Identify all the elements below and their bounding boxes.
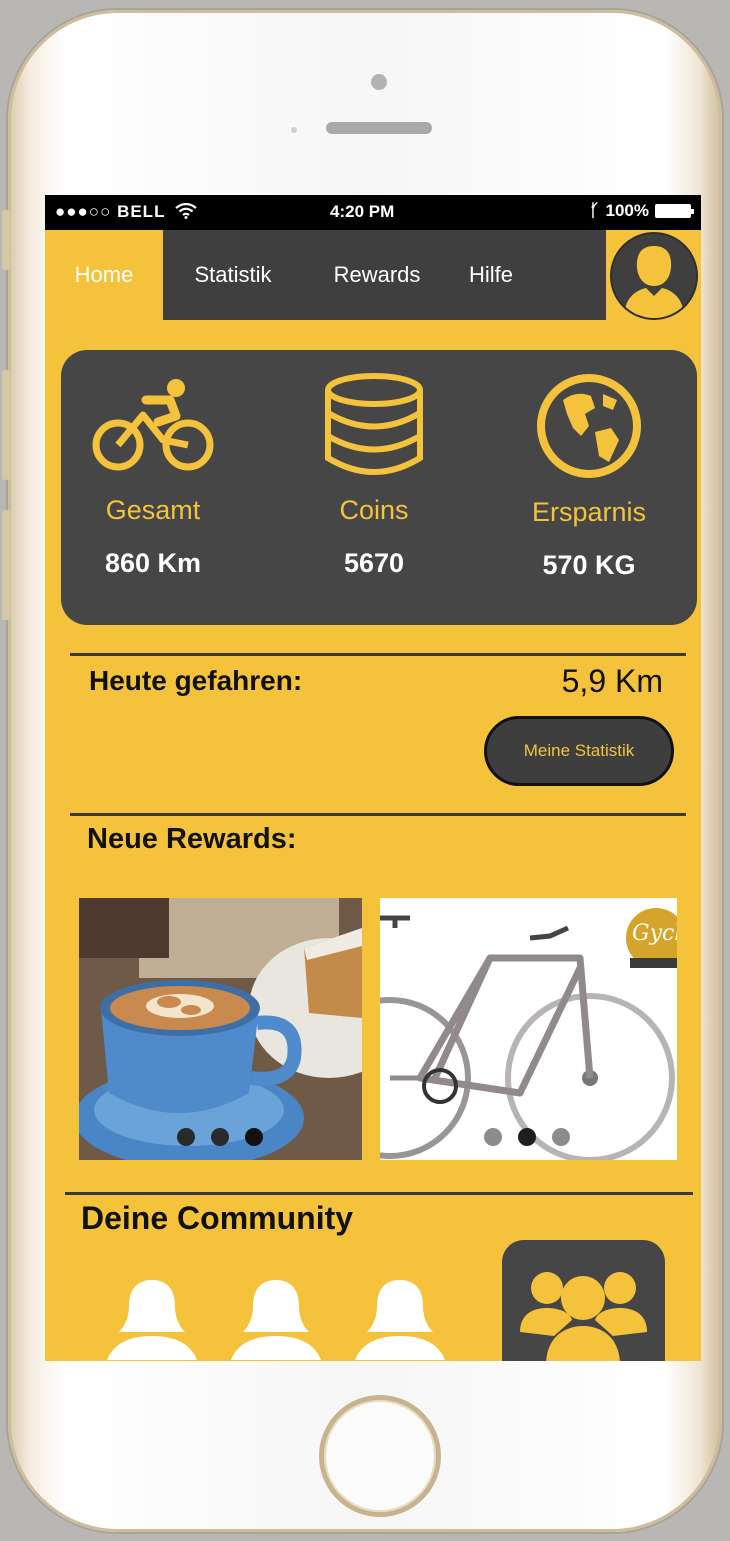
bluetooth-icon: ᚶ [589, 201, 600, 220]
wifi-icon [175, 202, 197, 219]
stat-label: Coins [339, 495, 409, 525]
status-right: ᚶ 100% [589, 201, 694, 221]
community-member-icon [107, 1280, 197, 1360]
home-button[interactable] [319, 1395, 441, 1517]
carousel-dot[interactable] [211, 1128, 229, 1146]
stat-value: 570 KG [542, 550, 636, 580]
status-time: 4:20 PM [330, 202, 395, 221]
stat-label: Gesamt [105, 495, 201, 525]
stat-label: Ersparnis [531, 497, 647, 527]
carousel-dot[interactable] [552, 1128, 570, 1146]
community-heading: Deine Community [81, 1200, 354, 1236]
reward-card-bicycle[interactable]: Gycl [380, 898, 677, 1160]
stat-savings: Ersparnis 570 KG [489, 370, 689, 581]
battery-icon [655, 204, 694, 218]
stat-coins: Coins 5670 [274, 370, 474, 579]
divider [70, 653, 686, 656]
today-distance: 5,9 Km [561, 663, 663, 699]
divider [70, 813, 686, 816]
front-camera [371, 74, 387, 90]
city-bicycle-photo: Gycl [380, 898, 677, 1160]
carousel-dot[interactable] [177, 1128, 195, 1146]
group-icon [520, 1272, 647, 1361]
tab-home[interactable]: Home [45, 230, 163, 320]
rewards-heading: Neue Rewards: [87, 823, 297, 855]
carousel-dot[interactable] [484, 1128, 502, 1146]
community-member-icon [355, 1280, 445, 1360]
community-button[interactable] [502, 1240, 665, 1361]
carousel-dots [484, 1128, 570, 1146]
bicycle-icon [92, 379, 214, 471]
stat-value: 860 Km [104, 548, 202, 578]
carousel-dot[interactable] [245, 1128, 263, 1146]
tab-statistik[interactable]: Statistik [163, 230, 303, 320]
sensor [291, 127, 297, 133]
stat-value: 5670 [343, 548, 405, 578]
carousel-dots [177, 1128, 263, 1146]
carrier-label: ●●●○○ BELL [55, 202, 197, 222]
tab-rewards[interactable]: Rewards [303, 230, 451, 320]
reward-card-coffee[interactable] [79, 898, 362, 1160]
my-statistics-button[interactable]: Meine Statistik [484, 716, 674, 786]
coins-stack-icon [325, 373, 423, 475]
tab-hilfe[interactable]: Hilfe [451, 230, 531, 320]
status-bar: ●●●○○ BELL 4:20 PM ᚶ 100% [45, 195, 701, 230]
stat-total: Gesamt 860 Km [53, 370, 253, 579]
mute-switch [2, 210, 10, 270]
stats-card: Gesamt 860 Km Coins 5670 Ersparnis 570 K… [61, 350, 697, 625]
user-avatar-icon [624, 246, 684, 318]
volume-up-button [2, 370, 10, 480]
globe-icon [537, 374, 641, 478]
svg-text:Gycl: Gycl [632, 921, 677, 946]
battery-percent: 100% [605, 201, 649, 220]
today-label: Heute gefahren: [89, 665, 303, 696]
community-member-icon [231, 1280, 321, 1360]
divider [65, 1192, 693, 1195]
top-nav: Home Statistik Rewards Hilfe [45, 230, 606, 320]
volume-down-button [2, 510, 10, 620]
carousel-dot[interactable] [518, 1128, 536, 1146]
profile-avatar[interactable] [610, 232, 698, 320]
earpiece-speaker [326, 122, 432, 134]
app-screen: ●●●○○ BELL 4:20 PM ᚶ 100% Home Statistik… [45, 195, 701, 1361]
coffee-cake-photo [79, 898, 362, 1160]
